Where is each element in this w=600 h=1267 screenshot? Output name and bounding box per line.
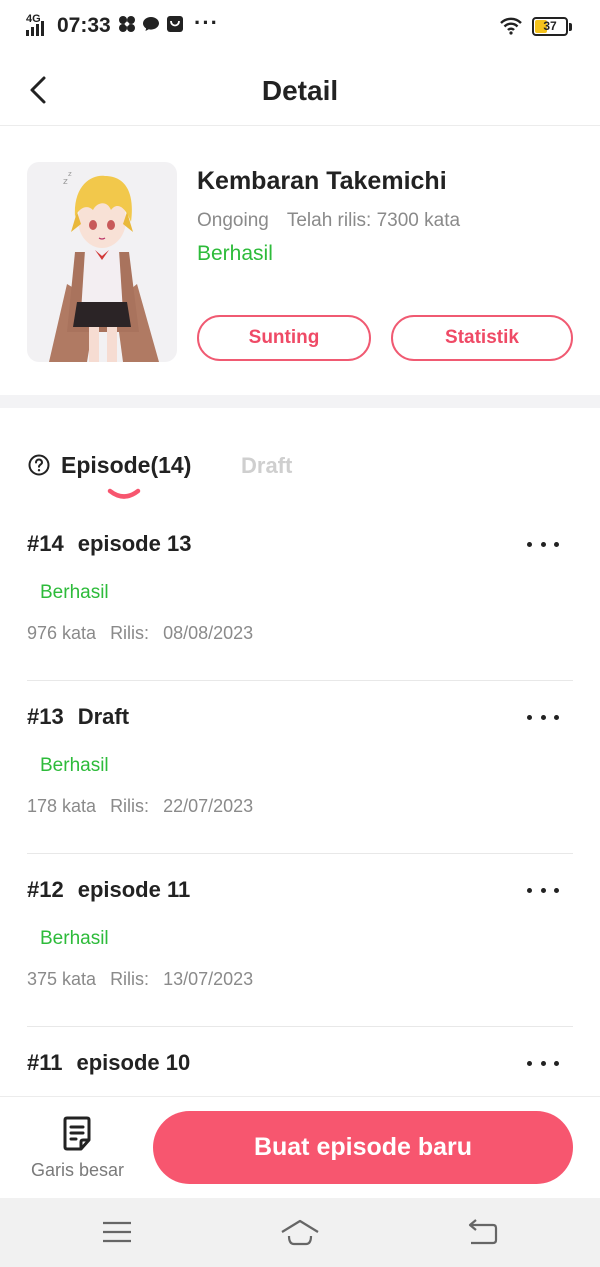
menu-icon [103, 1221, 131, 1243]
episode-word-count: 375 kata [27, 969, 97, 989]
episode-number: #13 [27, 704, 64, 729]
story-title: Kembaran Takemichi [197, 167, 447, 195]
story-word-count: Telah rilis: 7300 kata [286, 210, 461, 231]
release-label: Rilis: [110, 969, 150, 989]
bottom-action-bar: Garis besar Buat episode baru [0, 1096, 600, 1198]
edit-button[interactable]: Sunting [197, 315, 371, 361]
active-tab-indicator [107, 488, 141, 499]
status-bar: 4G 07:33 ··· 37 [0, 0, 600, 56]
episode-word-count: 178 kata [27, 796, 97, 816]
episode-tabs: Episode(14) Draft [0, 408, 600, 508]
story-meta: Ongoing Telah rilis: 7300 kata [197, 210, 460, 232]
outline-label: Garis besar [30, 1160, 125, 1180]
release-label: Rilis: [110, 796, 150, 816]
story-cover-image[interactable]: z z [27, 162, 177, 362]
more-options-button[interactable] [527, 1053, 559, 1073]
svg-text:z: z [68, 170, 72, 178]
top-app-bar: Detail [0, 56, 600, 126]
episode-number: #11 [27, 1050, 63, 1075]
more-options-button[interactable] [527, 880, 559, 900]
episode-info: 375 kata Rilis: 13/07/2023 [27, 969, 253, 990]
story-summary: z z Kembaran Takemichi Ongoing Telah rili… [0, 127, 600, 395]
episode-status: Berhasil [40, 755, 109, 776]
episode-name: episode 11 [77, 877, 191, 902]
release-date: 08/08/2023 [163, 623, 254, 643]
episode-title: #14 episode 13 [27, 531, 191, 557]
help-icon[interactable] [28, 454, 50, 476]
notification-icons [118, 15, 184, 33]
episode-item[interactable]: #12 episode 11 Berhasil 375 kata Rilis: 13/… [27, 854, 573, 1027]
shopping-bag-icon [166, 15, 184, 33]
episode-name: Draft [77, 704, 130, 729]
battery-level: 37 [543, 19, 557, 33]
episode-name: episode 13 [77, 531, 192, 556]
home-icon [281, 1219, 319, 1246]
create-episode-button[interactable]: Buat episode baru [153, 1111, 573, 1184]
episode-item[interactable]: #14 episode 13 Berhasil 976 kata Rilis: 08/… [27, 508, 573, 681]
story-state: Ongoing [197, 210, 269, 231]
battery-icon: 37 [532, 17, 572, 36]
episode-title: #11 episode 10 [27, 1050, 190, 1076]
svg-text:z: z [63, 177, 68, 187]
more-options-button[interactable] [527, 707, 559, 727]
episode-info: 178 kata Rilis: 22/07/2023 [27, 796, 253, 817]
episode-status: Berhasil [40, 928, 109, 949]
chat-bubble-icon [142, 15, 160, 33]
page-title: Detail [261, 75, 339, 106]
fan-icon [118, 15, 136, 33]
wifi-icon [500, 16, 522, 36]
release-date: 13/07/2023 [163, 969, 254, 989]
return-icon [468, 1219, 498, 1245]
story-review-status: Berhasil [197, 242, 273, 265]
episode-number: #14 [27, 531, 64, 556]
statistics-button[interactable]: Statistik [391, 315, 573, 361]
status-time: 07:33 [57, 14, 111, 37]
episode-item[interactable]: #13 Draft Berhasil 178 kata Rilis: 22/07/20… [27, 681, 573, 854]
release-date: 22/07/2023 [163, 796, 254, 816]
outline-button[interactable]: Garis besar [20, 1113, 135, 1185]
episode-name: episode 10 [76, 1050, 191, 1075]
episode-word-count: 976 kata [27, 623, 97, 643]
episode-title: #13 Draft [27, 704, 129, 730]
tab-draft[interactable]: Draft [241, 453, 292, 479]
home-button[interactable] [280, 1218, 320, 1248]
episode-title: #12 episode 11 [27, 877, 190, 903]
section-divider [0, 395, 600, 408]
release-label: Rilis: [110, 623, 150, 643]
system-navigation-bar [0, 1198, 600, 1267]
more-notifications-icon: ··· [194, 10, 219, 35]
return-button[interactable] [463, 1218, 503, 1248]
outline-icon [63, 1116, 91, 1151]
episode-info: 976 kata Rilis: 08/08/2023 [27, 623, 253, 644]
tab-episode[interactable]: Episode(14) [61, 452, 191, 479]
more-options-button[interactable] [527, 534, 559, 554]
episode-status: Berhasil [40, 582, 109, 603]
menu-button[interactable] [97, 1218, 137, 1248]
cell-signal-icon: 4G [24, 13, 52, 36]
episode-number: #12 [27, 877, 64, 902]
